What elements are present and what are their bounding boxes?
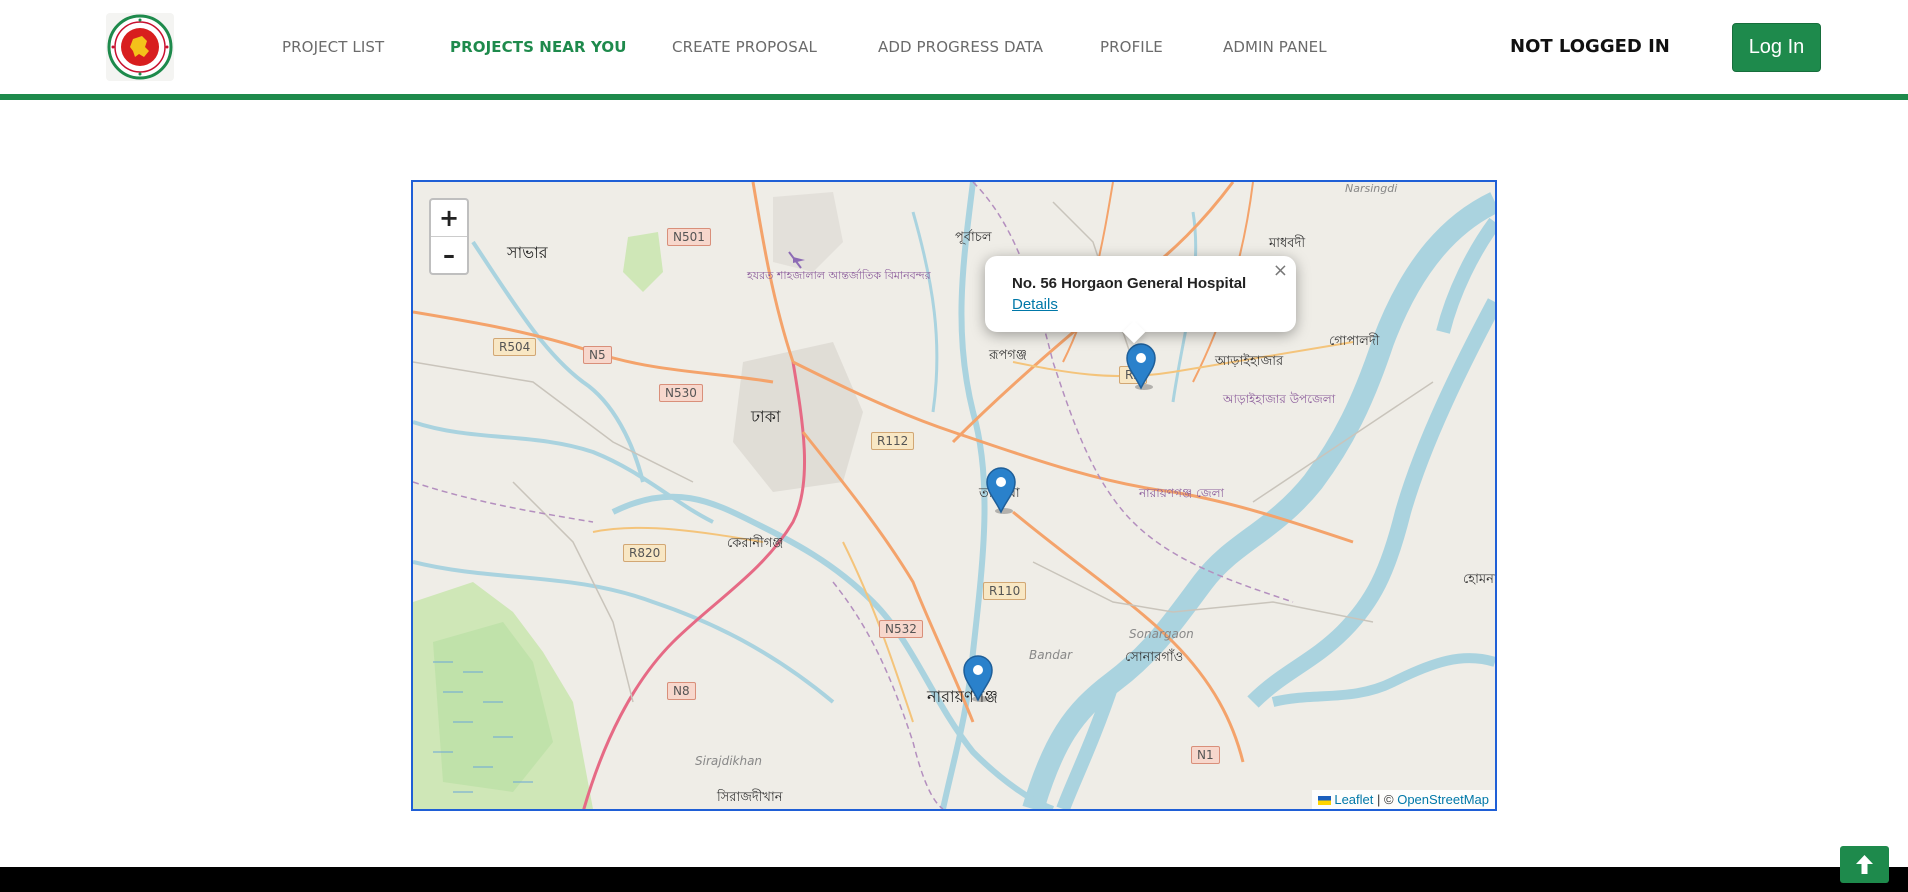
nav-create-proposal[interactable]: CREATE PROPOSAL <box>672 38 817 56</box>
place-savar: সাভার <box>507 243 548 262</box>
road-shield: N501 <box>667 228 711 246</box>
place-keraniganj: কেরানীগঞ্জ <box>727 536 784 551</box>
map-pin-icon <box>1126 343 1156 390</box>
nav-project-list[interactable]: PROJECT LIST <box>282 38 384 56</box>
marker-popup: × No. 56 Horgaon General Hospital Detail… <box>985 256 1296 344</box>
place-dhaka: ঢাকা <box>751 407 781 426</box>
place-sonargaon-en: Sonargaon <box>1129 627 1194 641</box>
zoom-control: + – <box>429 198 469 275</box>
place-rupganj: রূপগঞ্জ <box>989 348 1027 363</box>
scroll-to-top-button[interactable] <box>1840 846 1889 883</box>
ukraine-flag-icon <box>1318 796 1332 805</box>
place-narsingdi: Narsingdi <box>1345 182 1398 195</box>
place-madhabdi: মাধবদী <box>1269 236 1306 251</box>
map-pin-icon <box>986 467 1016 514</box>
government-seal-logo[interactable] <box>106 13 174 81</box>
nav-add-progress-data[interactable]: ADD PROGRESS DATA <box>878 38 1043 56</box>
popup-details-link[interactable]: Details <box>1012 296 1058 313</box>
nav-profile[interactable]: PROFILE <box>1100 38 1163 56</box>
place-bandar: Bandar <box>1029 648 1073 662</box>
place-homna: হোমনা <box>1463 572 1497 587</box>
road-shield: R820 <box>623 544 667 562</box>
road-shield: N8 <box>667 682 696 700</box>
place-sirajdikhan: সিরাজদীখান <box>717 790 783 805</box>
place-sirajdikhan-en: Sirajdikhan <box>695 754 763 768</box>
road-shield: R504 <box>493 338 537 356</box>
road-shield: N5 <box>583 346 612 364</box>
arrow-up-icon <box>1856 855 1873 874</box>
road-shield: N1 <box>1191 746 1220 764</box>
zoom-in-button[interactable]: + <box>431 200 467 236</box>
place-gopaldi: গোপালদী <box>1329 334 1380 349</box>
place-purbachal: পূর্বাচল <box>955 230 992 245</box>
attribution-separator: | © <box>1377 792 1394 807</box>
place-sonargaon: সোনারগাঁও <box>1125 650 1184 665</box>
projects-map[interactable]: + – সাভার ঢাকা পূর্বাচল মাধবদী রূপগঞ্জ আ… <box>411 180 1497 811</box>
login-button[interactable]: Log In <box>1732 23 1821 72</box>
map-tiles <box>413 182 1495 809</box>
project-marker-narayanganj[interactable] <box>961 654 995 702</box>
place-narayanganj-district: নারায়ণগঞ্জ জেলা <box>1139 486 1225 500</box>
nav-projects-near-you[interactable]: PROJECTS NEAR YOU <box>450 38 627 56</box>
login-status: NOT LOGGED IN <box>1510 36 1670 57</box>
place-araihazar: আড়াইহাজার <box>1215 354 1284 369</box>
site-footer <box>0 867 1908 892</box>
road-shield: R110 <box>983 582 1027 600</box>
road-shield: N532 <box>879 620 923 638</box>
place-araihazar-upazila: আড়াইহাজার উপজেলা <box>1223 392 1336 406</box>
project-marker-araihazar[interactable] <box>1124 342 1158 390</box>
place-airport: হযরত শাহজালাল আন্তর্জাতিক বিমানবন্দর <box>747 269 931 282</box>
popup-title: No. 56 Horgaon General Hospital <box>1012 275 1247 292</box>
site-header: PROJECT LIST PROJECTS NEAR YOU CREATE PR… <box>0 0 1908 100</box>
map-attribution: Leaflet | © OpenStreetMap <box>1312 790 1495 809</box>
nav-admin-panel[interactable]: ADMIN PANEL <box>1223 38 1327 56</box>
road-shield: R112 <box>871 432 915 450</box>
leaflet-link[interactable]: Leaflet <box>1334 792 1373 807</box>
map-pin-icon <box>963 655 993 702</box>
openstreetmap-link[interactable]: OpenStreetMap <box>1397 792 1489 807</box>
zoom-out-button[interactable]: – <box>431 236 467 273</box>
project-marker-tarabo[interactable] <box>984 466 1018 514</box>
popup-close-icon[interactable]: × <box>1273 262 1288 280</box>
road-shield: N530 <box>659 384 703 402</box>
